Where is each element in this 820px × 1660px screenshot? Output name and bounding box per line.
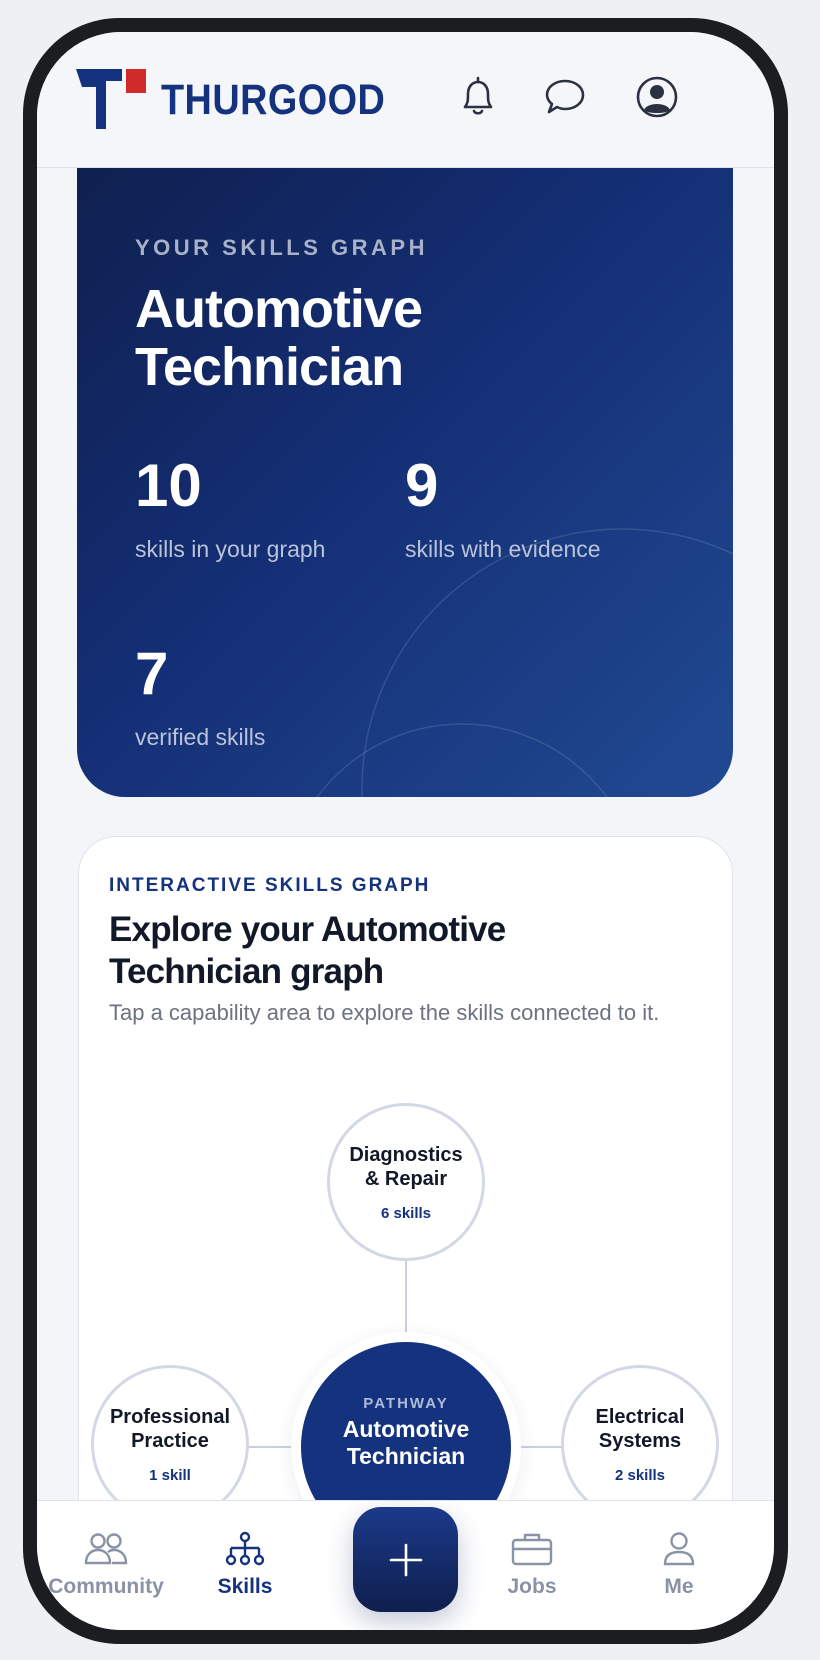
node-skill-count: 6 skills xyxy=(380,1204,432,1222)
hero-eyebrow: YOUR SKILLS GRAPH xyxy=(135,235,428,260)
profile-icon[interactable] xyxy=(634,74,680,120)
node-skill-count: 1 skill xyxy=(149,1466,191,1484)
skills-graph-summary-card: YOUR SKILLS GRAPH Automotive Technician … xyxy=(77,134,733,797)
hierarchy-icon xyxy=(225,1531,265,1566)
person-icon xyxy=(663,1532,695,1566)
skills-graph: Diagnostics & Repair 6 skills Profession… xyxy=(79,837,734,1562)
stat-skills-in-graph: 10 skills in your graph xyxy=(135,456,325,563)
nav-skills[interactable]: Skills xyxy=(180,1531,310,1599)
stat-value: 7 xyxy=(135,640,169,707)
bell-icon[interactable] xyxy=(455,74,501,120)
nav-label: Jobs xyxy=(507,1575,557,1598)
app-header: THURGOOD xyxy=(37,32,774,168)
nav-jobs[interactable]: Jobs xyxy=(467,1531,597,1599)
nav-label: Skills xyxy=(217,1575,273,1598)
node-diagnostics-repair[interactable]: Diagnostics & Repair 6 skills xyxy=(327,1103,485,1261)
people-icon xyxy=(84,1533,128,1565)
phone-frame: THURGOOD YOUR SKILLS GRAPH Automotive Te… xyxy=(23,18,788,1644)
node-skill-count: 2 skills xyxy=(614,1466,666,1484)
chat-bubble-icon[interactable] xyxy=(542,74,588,120)
stat-label: skills in your graph xyxy=(135,536,326,562)
nav-me[interactable]: Me xyxy=(614,1531,744,1599)
center-eyebrow: PATHWAY xyxy=(363,1394,449,1412)
nav-label: Me xyxy=(664,1575,694,1598)
thurgood-logo-icon[interactable] xyxy=(76,69,146,129)
nav-community[interactable]: Community xyxy=(41,1531,171,1599)
center-name: Automotive Technician xyxy=(342,1415,470,1469)
app-screen: THURGOOD YOUR SKILLS GRAPH Automotive Te… xyxy=(37,32,774,1630)
brand-name[interactable]: THURGOOD xyxy=(161,76,385,125)
stat-skills-with-evidence: 9 skills with evidence xyxy=(405,456,601,563)
nav-label: Community xyxy=(48,1575,164,1598)
stat-label: verified skills xyxy=(135,724,266,750)
node-name: Diagnostics & Repair xyxy=(349,1143,463,1190)
stat-value: 10 xyxy=(135,452,202,519)
add-button[interactable] xyxy=(353,1507,458,1612)
stat-label: skills with evidence xyxy=(405,536,601,562)
interactive-skills-graph-card: INTERACTIVE SKILLS GRAPH Explore your Au… xyxy=(78,836,734,1562)
briefcase-icon xyxy=(511,1533,553,1566)
plus-icon xyxy=(389,1543,422,1576)
stat-verified-skills: 7 verified skills xyxy=(135,644,265,751)
stat-value: 9 xyxy=(405,452,439,519)
node-name: Professional Practice xyxy=(109,1405,231,1452)
pathway-title: Automotive Technician xyxy=(135,279,423,397)
node-name: Electrical Systems xyxy=(595,1405,685,1452)
